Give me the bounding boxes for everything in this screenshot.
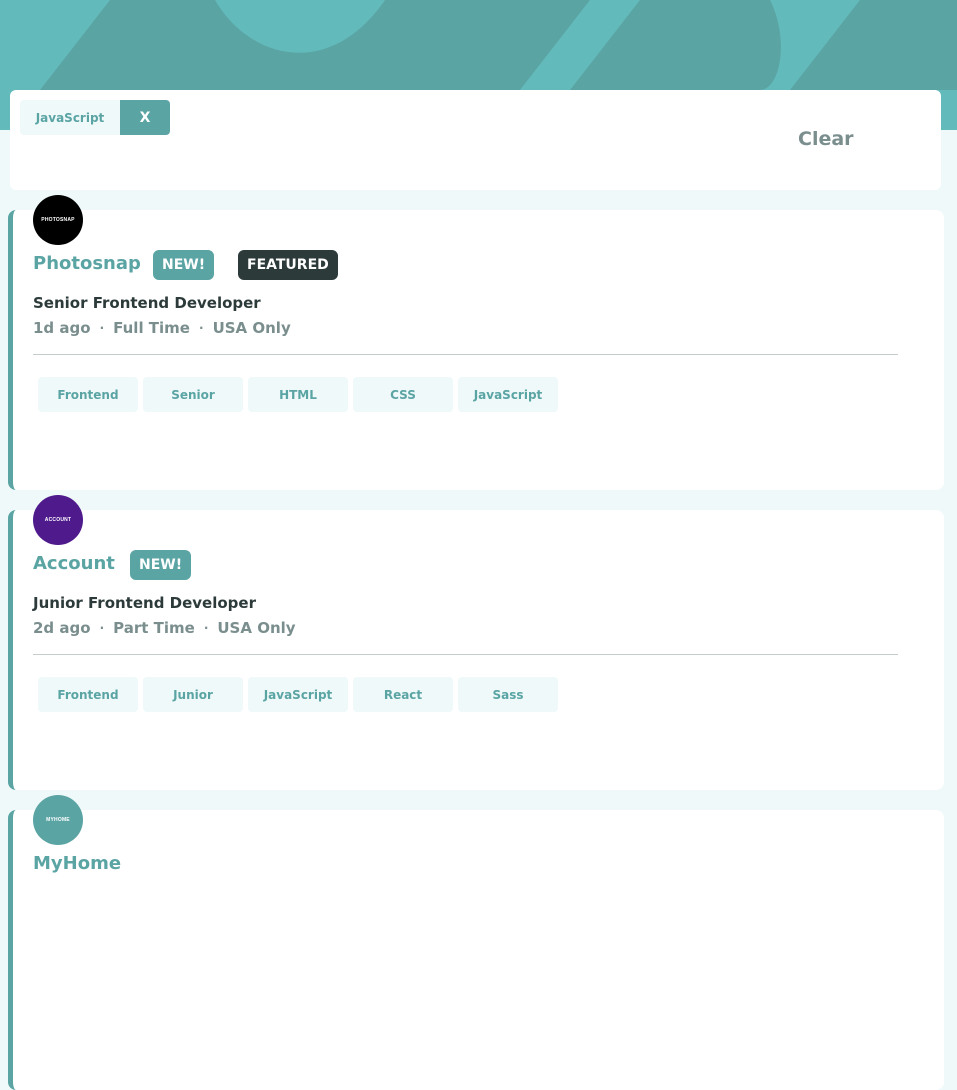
tag-frontend[interactable]: Frontend xyxy=(38,377,138,412)
tag-sass[interactable]: Sass xyxy=(458,677,558,712)
company-name: MyHome xyxy=(33,853,122,874)
filter-chip-label: JavaScript xyxy=(20,100,120,135)
remove-filter-button[interactable]: X xyxy=(120,100,170,135)
job-position-title[interactable]: Senior Frontend Developer xyxy=(33,294,261,312)
job-position-title[interactable]: Junior Frontend Developer xyxy=(33,594,256,612)
job-meta: 2d ago · Part Time · USA Only xyxy=(33,619,296,637)
featured-badge: FEATURED xyxy=(238,250,338,280)
job-location: USA Only xyxy=(217,619,296,637)
job-card: ACCOUNT Account NEW! Junior Frontend Dev… xyxy=(8,495,944,790)
tag-javascript[interactable]: JavaScript xyxy=(458,377,558,412)
card-divider xyxy=(33,654,898,655)
tag-html[interactable]: HTML xyxy=(248,377,348,412)
job-meta: 1d ago · Full Time · USA Only xyxy=(33,319,291,337)
clear-filters-button[interactable]: Clear xyxy=(798,128,854,150)
card-divider xyxy=(33,354,898,355)
company-logo-text: ACCOUNT xyxy=(44,517,72,523)
new-badge: NEW! xyxy=(130,550,192,580)
job-tags: Frontend Junior JavaScript React Sass xyxy=(38,677,558,712)
company-name: Account xyxy=(33,553,115,574)
tag-javascript[interactable]: JavaScript xyxy=(248,677,348,712)
company-name: Photosnap xyxy=(33,253,141,274)
company-logo: ACCOUNT xyxy=(33,495,83,545)
job-tags: Frontend Senior HTML CSS JavaScript xyxy=(38,377,558,412)
tag-react[interactable]: React xyxy=(353,677,453,712)
separator-dot: · xyxy=(203,621,209,635)
tag-frontend[interactable]: Frontend xyxy=(38,677,138,712)
job-location: USA Only xyxy=(212,319,291,337)
tag-junior[interactable]: Junior xyxy=(143,677,243,712)
tag-senior[interactable]: Senior xyxy=(143,377,243,412)
separator-dot: · xyxy=(199,321,204,335)
posted-at: 2d ago xyxy=(33,619,91,637)
posted-at: 1d ago xyxy=(33,319,91,337)
separator-dot: · xyxy=(99,321,105,335)
company-logo-text: PHOTOSNAP xyxy=(41,217,75,223)
contract-type: Part Time xyxy=(113,619,195,637)
separator-dot: · xyxy=(99,621,105,635)
new-badge: NEW! xyxy=(153,250,215,280)
tag-css[interactable]: CSS xyxy=(353,377,453,412)
company-logo-text: MYHOME xyxy=(46,817,70,823)
company-logo: PHOTOSNAP xyxy=(33,195,83,245)
job-card: PHOTOSNAP Photosnap NEW! FEATURED Senior… xyxy=(8,195,944,490)
job-card: MYHOME MyHome xyxy=(8,795,944,1090)
filter-bar: JavaScript X Clear xyxy=(10,90,941,190)
filter-chip-javascript: JavaScript X xyxy=(20,100,170,135)
company-logo: MYHOME xyxy=(33,795,83,845)
contract-type: Full Time xyxy=(113,319,190,337)
